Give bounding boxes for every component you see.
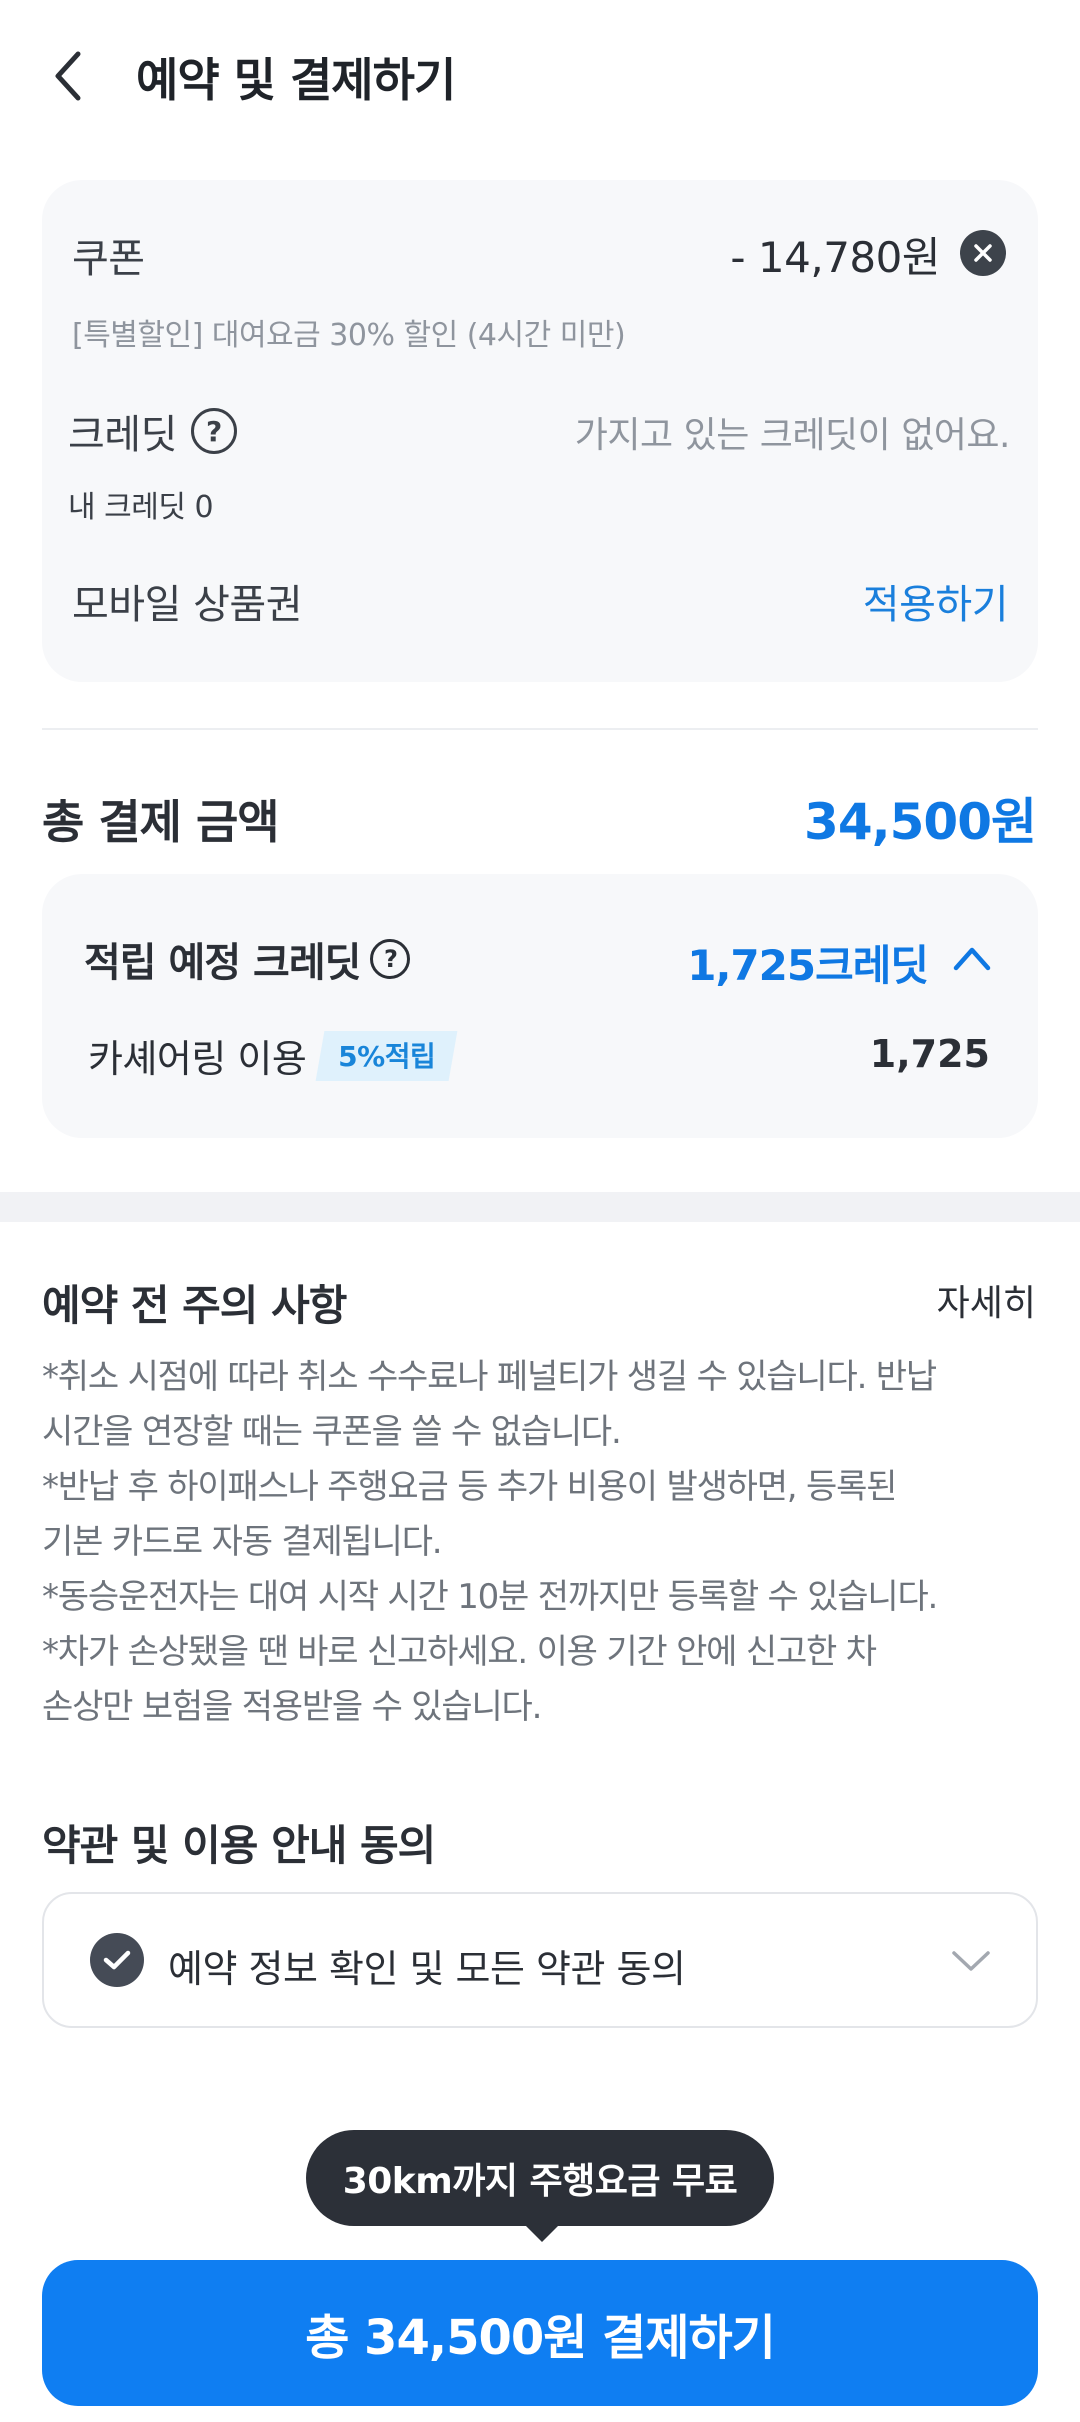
rate-badge-text: 5%적립	[338, 1039, 436, 1073]
notice-body: *취소 시점에 따라 취소 수수료나 페널티가 생길 수 있습니다. 반납 시간…	[42, 1350, 1052, 1735]
chevron-up-icon	[953, 947, 991, 971]
mobile-voucher-label: 모바일 상품권	[72, 582, 303, 628]
notice-line: *차가 손상됐을 땐 바로 신고하세요. 이용 기간 안에 신고한 차	[42, 1632, 877, 1672]
promo-tooltip: 30km까지 주행요금 무료	[306, 2130, 774, 2226]
notice-line: *동승운전자는 대여 시작 시간 10분 전까지만 등록할 수 있습니다.	[42, 1577, 938, 1617]
close-icon	[974, 244, 992, 262]
total-amount: 34,500원	[804, 793, 1037, 851]
notice-detail-link[interactable]: 자세히	[937, 1274, 1036, 1326]
terms-title: 약관 및 이용 안내 동의	[42, 1821, 436, 1870]
earn-item-label: 카셰어링 이용	[88, 1037, 307, 1081]
check-icon	[103, 1950, 131, 1970]
chevron-down-icon	[952, 1951, 990, 1971]
terms-expand-button[interactable]	[946, 1936, 996, 1986]
earn-item-value: 1,725	[869, 1032, 990, 1076]
earn-help-icon[interactable]: ?	[370, 939, 411, 979]
section-divider	[0, 1192, 1080, 1222]
notice-line: *반납 후 하이패스나 주행요금 등 추가 비용이 발생하면, 등록된	[42, 1467, 897, 1507]
terms-label: 예약 정보 확인 및 모든 약관 동의	[168, 1947, 686, 1991]
earn-collapse-button[interactable]	[948, 934, 996, 982]
notice-line: 기본 카드로 자동 결제됩니다.	[42, 1522, 443, 1562]
earn-credit-label: 적립 예정 크레딧	[84, 940, 361, 986]
pay-button[interactable]: 총 34,500원 결제하기	[42, 2260, 1038, 2406]
terms-checkbox[interactable]	[90, 1933, 144, 1987]
notice-line: 손상만 보험을 적용받을 수 있습니다.	[42, 1687, 542, 1727]
credit-help-icon[interactable]: ?	[190, 408, 237, 454]
credit-label: 크레딧	[68, 412, 177, 458]
coupon-remove-button[interactable]	[960, 230, 1006, 276]
coupon-amount: - 14,780원	[730, 233, 940, 282]
reservation-payment-page: 예약 및 결제하기 쿠폰 - 14,780원 [특별할인] 대여요금 30% 할…	[0, 0, 1080, 2422]
earn-item-row: 카셰어링 이용 5%적립	[88, 1028, 458, 1083]
terms-agreement-row[interactable]: 예약 정보 확인 및 모든 약관 동의	[42, 1892, 1038, 2028]
rate-badge: 5%적립	[315, 1030, 458, 1081]
page-title: 예약 및 결제하기	[136, 53, 456, 107]
credit-row: 크레딧 ?	[68, 402, 237, 460]
tooltip-tail	[522, 2222, 562, 2242]
back-button[interactable]	[48, 40, 104, 112]
my-credit: 내 크레딧 0	[68, 490, 214, 525]
credit-status: 가지고 있는 크레딧이 없어요.	[574, 415, 1011, 456]
total-label: 총 결제 금액	[42, 795, 280, 849]
header: 예약 및 결제하기	[0, 0, 1080, 150]
back-arrow-icon	[55, 51, 81, 101]
earn-credit-card: 적립 예정 크레딧 ? 1,725크레딧 카셰어링 이용 5%적립 1,725	[42, 874, 1038, 1138]
notice-line: *취소 시점에 따라 취소 수수료나 페널티가 생길 수 있습니다. 반납	[42, 1357, 937, 1397]
apply-voucher-link[interactable]: 적용하기	[863, 572, 1009, 630]
earn-credit-row: 적립 예정 크레딧 ?	[84, 930, 411, 988]
coupon-label: 쿠폰	[72, 236, 145, 282]
coupon-description: [특별할인] 대여요금 30% 할인 (4시간 미만)	[72, 318, 626, 353]
earn-credit-amount: 1,725크레딧	[687, 941, 929, 990]
discount-card: 쿠폰 - 14,780원 [특별할인] 대여요금 30% 할인 (4시간 미만)…	[42, 180, 1038, 682]
notice-line: 시간을 연장할 때는 쿠폰을 쓸 수 없습니다.	[42, 1412, 622, 1452]
notice-title: 예약 전 주의 사항	[42, 1281, 347, 1330]
divider	[42, 728, 1038, 730]
